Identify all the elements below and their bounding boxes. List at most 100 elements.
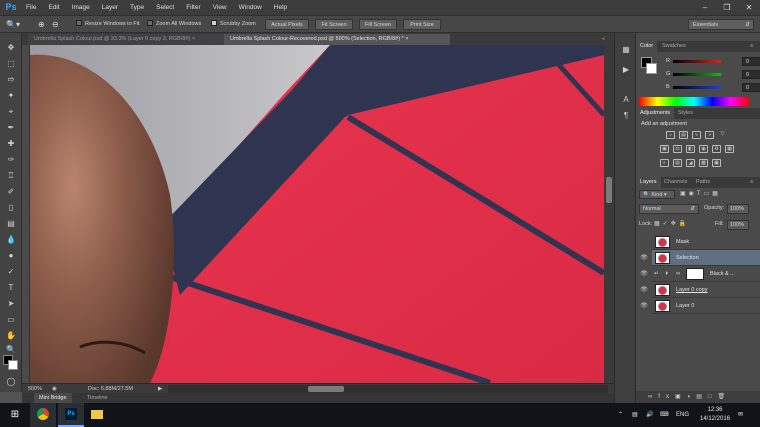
- gradient-map-icon[interactable]: ▩: [699, 159, 708, 167]
- paragraph-panel-icon[interactable]: ¶: [618, 109, 634, 122]
- tab-color[interactable]: Color: [636, 41, 658, 52]
- panel-collapse-icon[interactable]: «: [596, 34, 611, 45]
- close-icon[interactable]: ×: [192, 36, 195, 42]
- zoom-out-icon[interactable]: ⊖: [52, 19, 64, 30]
- tab-styles[interactable]: Styles: [674, 108, 697, 119]
- tab-mini-bridge[interactable]: Mini Bridge: [34, 393, 72, 403]
- exposure-icon[interactable]: ◑: [705, 131, 714, 139]
- black-white-icon[interactable]: ◧: [686, 145, 695, 153]
- link-layers-icon[interactable]: ∞: [648, 394, 658, 400]
- blue-value-input[interactable]: 0: [742, 83, 760, 92]
- chrome-icon[interactable]: [30, 403, 56, 427]
- history-panel-icon[interactable]: ▦: [618, 43, 634, 56]
- invert-icon[interactable]: ◐: [660, 159, 669, 167]
- green-slider[interactable]: G 0: [666, 70, 760, 79]
- green-value-input[interactable]: 0: [742, 70, 760, 79]
- photo-filter-icon[interactable]: ◉: [699, 145, 708, 153]
- healing-brush-tool-icon[interactable]: ✚: [3, 137, 19, 150]
- gradient-tool-icon[interactable]: ▤: [3, 217, 19, 230]
- menu-view[interactable]: View: [207, 0, 233, 15]
- menu-edit[interactable]: Edit: [42, 0, 65, 15]
- horizontal-scroll-thumb[interactable]: [308, 386, 344, 392]
- fill-input[interactable]: 100%: [727, 220, 749, 230]
- actions-panel-icon[interactable]: ▶: [618, 63, 634, 76]
- tab-paths[interactable]: Paths: [692, 177, 714, 188]
- volume-icon[interactable]: 🔊: [646, 403, 653, 427]
- curves-icon[interactable]: ∿: [692, 131, 701, 139]
- hand-tool-icon[interactable]: ✋: [3, 329, 19, 342]
- workspace-select[interactable]: Essentials ⇵: [688, 19, 754, 30]
- layer-filter-icons[interactable]: ▣◉T▭▦: [680, 190, 721, 197]
- layer-row-mask[interactable]: Mask: [652, 234, 760, 250]
- resize-windows-checkbox[interactable]: [76, 20, 82, 26]
- green-track[interactable]: [673, 73, 721, 76]
- eye-icon[interactable]: 👁: [639, 266, 649, 282]
- threshold-icon[interactable]: ◢: [686, 159, 695, 167]
- minimize-button[interactable]: –: [694, 0, 716, 15]
- background-color-swatch[interactable]: [8, 360, 18, 370]
- tab-timeline[interactable]: Timeline: [82, 393, 113, 403]
- red-track[interactable]: [673, 60, 721, 63]
- menu-file[interactable]: File: [20, 0, 42, 15]
- print-size-button[interactable]: Print Size: [403, 19, 441, 30]
- document-canvas[interactable]: [30, 45, 604, 383]
- layer-row-selection[interactable]: 👁 Selection: [640, 250, 760, 266]
- menu-type[interactable]: Type: [124, 0, 150, 15]
- fx-icon[interactable]: fx: [658, 394, 675, 400]
- color-balance-icon[interactable]: ⚖: [673, 145, 682, 153]
- eye-icon[interactable]: 👁: [639, 298, 649, 314]
- zoom-in-icon[interactable]: ⊕: [38, 19, 50, 30]
- tab-umbrella-splash-colour[interactable]: Umbrella Splash Colour.psd @ 33.3% (Laye…: [28, 34, 224, 45]
- new-group-icon[interactable]: ▤: [696, 394, 708, 400]
- menu-layer[interactable]: Layer: [96, 0, 124, 15]
- color-spectrum-bar[interactable]: [639, 97, 749, 106]
- rectangle-tool-icon[interactable]: ▭: [3, 313, 19, 326]
- history-brush-tool-icon[interactable]: ✐: [3, 185, 19, 198]
- quick-select-tool-icon[interactable]: ✦: [3, 89, 19, 102]
- menu-filter[interactable]: Filter: [180, 0, 206, 15]
- new-adjustment-icon[interactable]: ◑: [687, 394, 697, 400]
- close-icon[interactable]: ×: [405, 36, 408, 42]
- actual-pixels-button[interactable]: Actual Pixels: [265, 19, 309, 30]
- fill-screen-button[interactable]: Fill Screen: [359, 19, 397, 30]
- red-slider[interactable]: R 0: [666, 57, 760, 66]
- file-explorer-icon[interactable]: [84, 403, 110, 427]
- layer-kind-filter[interactable]: 🔍 Kind ▾: [639, 190, 675, 199]
- eye-icon[interactable]: 👁: [639, 282, 649, 298]
- move-tool-icon[interactable]: ✥: [3, 41, 19, 54]
- delete-layer-icon[interactable]: 🗑: [718, 394, 732, 400]
- blend-mode-select[interactable]: Normal ⇵: [639, 204, 699, 214]
- crop-tool-icon[interactable]: ⌖: [3, 105, 19, 118]
- blur-tool-icon[interactable]: 💧: [3, 233, 19, 246]
- resize-windows-option[interactable]: Resize Windows to Fit: [76, 19, 139, 30]
- horizontal-scrollbar[interactable]: [168, 385, 608, 393]
- tab-swatches[interactable]: Swatches: [658, 41, 690, 52]
- zoom-all-windows-checkbox[interactable]: [147, 20, 153, 26]
- menu-window[interactable]: Window: [233, 0, 268, 15]
- windows-start-icon[interactable]: ⊞: [2, 403, 28, 427]
- character-panel-icon[interactable]: A: [618, 93, 634, 106]
- blue-track[interactable]: [673, 86, 721, 89]
- tab-adjustments[interactable]: Adjustments: [636, 108, 675, 119]
- levels-icon[interactable]: ▤: [679, 131, 688, 139]
- layer-row-layer-0[interactable]: 👁 Layer 0: [640, 298, 760, 314]
- pen-tool-icon[interactable]: ✓: [3, 265, 19, 278]
- keyboard-icon[interactable]: ⌨: [660, 403, 669, 427]
- zoom-tool-icon[interactable]: 🔍▾: [6, 19, 26, 30]
- layer-row-layer-0-copy[interactable]: 👁 Layer 0 copy: [640, 282, 760, 298]
- close-button[interactable]: ✕: [738, 0, 760, 15]
- menu-image[interactable]: Image: [66, 0, 96, 15]
- visibility-toggle[interactable]: [639, 234, 649, 250]
- photoshop-taskbar-icon[interactable]: Ps: [58, 403, 84, 427]
- menu-select[interactable]: Select: [150, 0, 180, 15]
- language-indicator[interactable]: ENG: [676, 403, 689, 427]
- vertical-scrollbar[interactable]: [604, 45, 614, 383]
- color-lookup-icon[interactable]: ▦: [725, 145, 734, 153]
- layer-row-black-white[interactable]: 👁 ↵ ◑ ∞ Black & ...: [640, 266, 760, 282]
- eyedropper-tool-icon[interactable]: ✒: [3, 121, 19, 134]
- vertical-scroll-thumb[interactable]: [606, 177, 612, 203]
- new-layer-icon[interactable]: □: [708, 394, 718, 400]
- path-select-tool-icon[interactable]: ➤: [3, 297, 19, 310]
- hue-saturation-icon[interactable]: ▣: [660, 145, 669, 153]
- tab-channels[interactable]: Channels: [660, 177, 691, 188]
